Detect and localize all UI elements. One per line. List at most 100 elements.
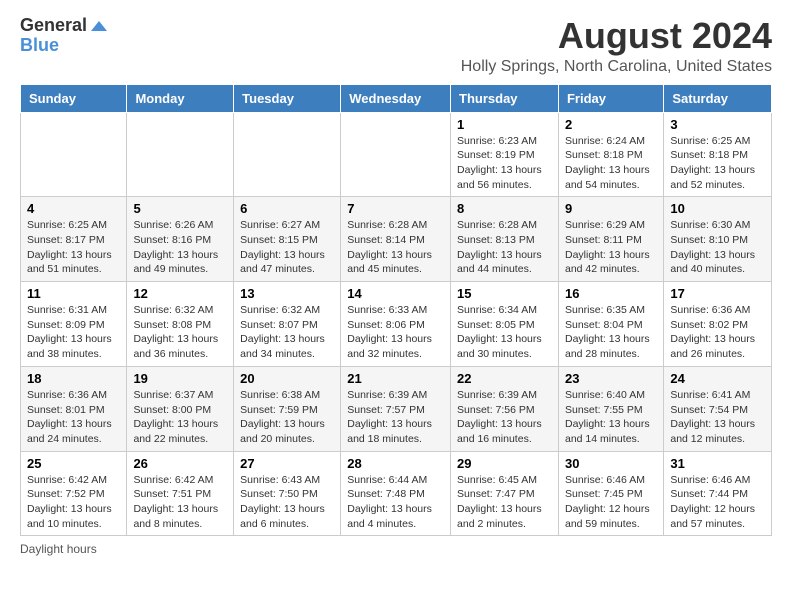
- day-number: 19: [133, 371, 227, 386]
- day-info: Sunrise: 6:25 AM Sunset: 8:17 PM Dayligh…: [27, 218, 120, 277]
- cell-3-1: 19 Sunrise: 6:37 AM Sunset: 8:00 PM Dayli…: [127, 366, 234, 451]
- col-tuesday: Tuesday: [234, 84, 341, 112]
- day-info: Sunrise: 6:23 AM Sunset: 8:19 PM Dayligh…: [457, 134, 552, 193]
- day-number: 17: [670, 286, 765, 301]
- cell-0-6: 3 Sunrise: 6:25 AM Sunset: 8:18 PM Daylig…: [664, 112, 772, 197]
- week-row-1: 4 Sunrise: 6:25 AM Sunset: 8:17 PM Daylig…: [21, 197, 772, 282]
- cell-1-1: 5 Sunrise: 6:26 AM Sunset: 8:16 PM Daylig…: [127, 197, 234, 282]
- cell-0-3: [341, 112, 451, 197]
- day-number: 12: [133, 286, 227, 301]
- day-number: 25: [27, 456, 120, 471]
- day-info: Sunrise: 6:33 AM Sunset: 8:06 PM Dayligh…: [347, 303, 444, 362]
- cell-1-5: 9 Sunrise: 6:29 AM Sunset: 8:11 PM Daylig…: [558, 197, 663, 282]
- cell-0-0: [21, 112, 127, 197]
- cell-2-1: 12Sunrise: 6:32 AM Sunset: 8:08 PM Dayli…: [127, 282, 234, 367]
- cell-2-0: 11Sunrise: 6:31 AM Sunset: 8:09 PM Dayli…: [21, 282, 127, 367]
- day-info: Sunrise: 6:24 AM Sunset: 8:18 PM Dayligh…: [565, 134, 657, 193]
- day-info: Sunrise: 6:37 AM Sunset: 8:00 PM Dayligh…: [133, 388, 227, 447]
- day-number: 23: [565, 371, 657, 386]
- day-number: 5: [133, 201, 227, 216]
- day-number: 22: [457, 371, 552, 386]
- day-info: Sunrise: 6:45 AM Sunset: 7:47 PM Dayligh…: [457, 473, 552, 532]
- cell-4-0: 25 Sunrise: 6:42 AM Sunset: 7:52 PM Dayli…: [21, 451, 127, 536]
- cell-2-6: 17 Sunrise: 6:36 AM Sunset: 8:02 PM Dayli…: [664, 282, 772, 367]
- logo: General Blue: [20, 16, 107, 56]
- day-number: 9: [565, 201, 657, 216]
- day-number: 8: [457, 201, 552, 216]
- cell-3-0: 18 Sunrise: 6:36 AM Sunset: 8:01 PM Dayli…: [21, 366, 127, 451]
- header: General Blue August 2024 Holly Springs, …: [20, 16, 772, 76]
- day-info: Sunrise: 6:28 AM Sunset: 8:14 PM Dayligh…: [347, 218, 444, 277]
- col-thursday: Thursday: [451, 84, 559, 112]
- cell-0-4: 1 Sunrise: 6:23 AM Sunset: 8:19 PM Daylig…: [451, 112, 559, 197]
- week-row-4: 25 Sunrise: 6:42 AM Sunset: 7:52 PM Dayli…: [21, 451, 772, 536]
- day-number: 16: [565, 286, 657, 301]
- day-info: Sunrise: 6:29 AM Sunset: 8:11 PM Dayligh…: [565, 218, 657, 277]
- cell-2-3: 14 Sunrise: 6:33 AM Sunset: 8:06 PM Dayli…: [341, 282, 451, 367]
- week-row-3: 18 Sunrise: 6:36 AM Sunset: 8:01 PM Dayli…: [21, 366, 772, 451]
- cell-4-2: 27 Sunrise: 6:43 AM Sunset: 7:50 PM Dayli…: [234, 451, 341, 536]
- cell-0-5: 2Sunrise: 6:24 AM Sunset: 8:18 PM Daylig…: [558, 112, 663, 197]
- day-number: 11: [27, 286, 120, 301]
- day-number: 26: [133, 456, 227, 471]
- cell-4-6: 31 Sunrise: 6:46 AM Sunset: 7:44 PM Dayli…: [664, 451, 772, 536]
- day-number: 10: [670, 201, 765, 216]
- cell-3-6: 24 Sunrise: 6:41 AM Sunset: 7:54 PM Dayli…: [664, 366, 772, 451]
- day-number: 31: [670, 456, 765, 471]
- cell-3-3: 21 Sunrise: 6:39 AM Sunset: 7:57 PM Dayli…: [341, 366, 451, 451]
- day-info: Sunrise: 6:43 AM Sunset: 7:50 PM Dayligh…: [240, 473, 334, 532]
- col-wednesday: Wednesday: [341, 84, 451, 112]
- day-number: 30: [565, 456, 657, 471]
- cell-3-2: 20 Sunrise: 6:38 AM Sunset: 7:59 PM Dayli…: [234, 366, 341, 451]
- cell-1-2: 6 Sunrise: 6:27 AM Sunset: 8:15 PM Daylig…: [234, 197, 341, 282]
- day-number: 14: [347, 286, 444, 301]
- cell-4-1: 26Sunrise: 6:42 AM Sunset: 7:51 PM Dayli…: [127, 451, 234, 536]
- day-number: 1: [457, 117, 552, 132]
- day-number: 3: [670, 117, 765, 132]
- day-info: Sunrise: 6:44 AM Sunset: 7:48 PM Dayligh…: [347, 473, 444, 532]
- day-number: 4: [27, 201, 120, 216]
- location-title: Holly Springs, North Carolina, United St…: [461, 58, 772, 76]
- day-number: 18: [27, 371, 120, 386]
- day-number: 20: [240, 371, 334, 386]
- week-row-0: 1 Sunrise: 6:23 AM Sunset: 8:19 PM Daylig…: [21, 112, 772, 197]
- calendar-table: Sunday Monday Tuesday Wednesday Thursday…: [20, 84, 772, 537]
- day-info: Sunrise: 6:46 AM Sunset: 7:44 PM Dayligh…: [670, 473, 765, 532]
- title-area: August 2024 Holly Springs, North Carolin…: [461, 16, 772, 76]
- week-row-2: 11Sunrise: 6:31 AM Sunset: 8:09 PM Dayli…: [21, 282, 772, 367]
- logo-general: General: [20, 16, 87, 36]
- day-number: 7: [347, 201, 444, 216]
- day-info: Sunrise: 6:27 AM Sunset: 8:15 PM Dayligh…: [240, 218, 334, 277]
- footer-note: Daylight hours: [20, 542, 772, 556]
- day-number: 13: [240, 286, 334, 301]
- day-number: 21: [347, 371, 444, 386]
- cell-4-5: 30 Sunrise: 6:46 AM Sunset: 7:45 PM Dayli…: [558, 451, 663, 536]
- day-info: Sunrise: 6:41 AM Sunset: 7:54 PM Dayligh…: [670, 388, 765, 447]
- day-number: 29: [457, 456, 552, 471]
- col-sunday: Sunday: [21, 84, 127, 112]
- cell-1-3: 7 Sunrise: 6:28 AM Sunset: 8:14 PM Daylig…: [341, 197, 451, 282]
- cell-3-5: 23 Sunrise: 6:40 AM Sunset: 7:55 PM Dayli…: [558, 366, 663, 451]
- day-info: Sunrise: 6:39 AM Sunset: 7:57 PM Dayligh…: [347, 388, 444, 447]
- day-info: Sunrise: 6:32 AM Sunset: 8:07 PM Dayligh…: [240, 303, 334, 362]
- day-info: Sunrise: 6:36 AM Sunset: 8:02 PM Dayligh…: [670, 303, 765, 362]
- day-number: 6: [240, 201, 334, 216]
- day-number: 24: [670, 371, 765, 386]
- day-info: Sunrise: 6:28 AM Sunset: 8:13 PM Dayligh…: [457, 218, 552, 277]
- day-number: 27: [240, 456, 334, 471]
- col-monday: Monday: [127, 84, 234, 112]
- day-info: Sunrise: 6:26 AM Sunset: 8:16 PM Dayligh…: [133, 218, 227, 277]
- day-info: Sunrise: 6:42 AM Sunset: 7:52 PM Dayligh…: [27, 473, 120, 532]
- day-info: Sunrise: 6:39 AM Sunset: 7:56 PM Dayligh…: [457, 388, 552, 447]
- header-row: Sunday Monday Tuesday Wednesday Thursday…: [21, 84, 772, 112]
- day-info: Sunrise: 6:40 AM Sunset: 7:55 PM Dayligh…: [565, 388, 657, 447]
- day-info: Sunrise: 6:25 AM Sunset: 8:18 PM Dayligh…: [670, 134, 765, 193]
- cell-1-0: 4 Sunrise: 6:25 AM Sunset: 8:17 PM Daylig…: [21, 197, 127, 282]
- day-info: Sunrise: 6:38 AM Sunset: 7:59 PM Dayligh…: [240, 388, 334, 447]
- day-number: 28: [347, 456, 444, 471]
- day-info: Sunrise: 6:36 AM Sunset: 8:01 PM Dayligh…: [27, 388, 120, 447]
- day-info: Sunrise: 6:30 AM Sunset: 8:10 PM Dayligh…: [670, 218, 765, 277]
- day-info: Sunrise: 6:46 AM Sunset: 7:45 PM Dayligh…: [565, 473, 657, 532]
- cell-0-1: [127, 112, 234, 197]
- cell-4-4: 29 Sunrise: 6:45 AM Sunset: 7:47 PM Dayli…: [451, 451, 559, 536]
